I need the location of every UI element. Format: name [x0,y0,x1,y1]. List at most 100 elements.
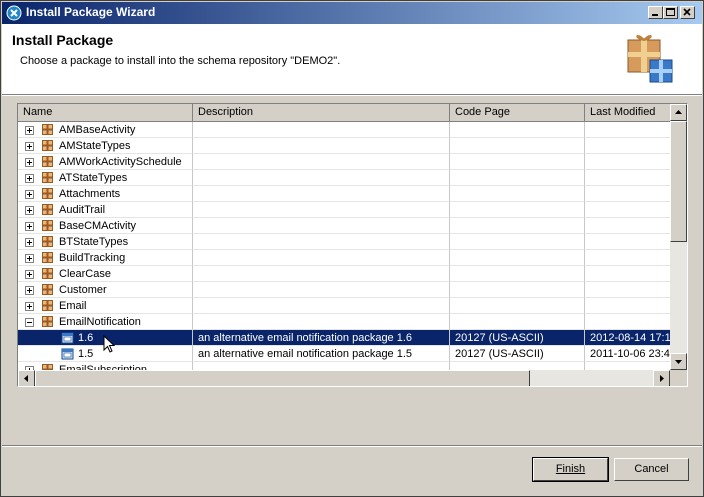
cell-last-modified [585,250,670,266]
package-name: AMStateTypes [59,140,131,152]
table-header: Name Description Code Page Last Modified [18,104,670,122]
package-icon [42,300,53,311]
cell-name: BaseCMActivity [18,218,193,234]
table-row[interactable]: ATStateTypes [18,170,670,186]
table-row[interactable]: BuildTracking [18,250,670,266]
expand-icon[interactable] [25,254,34,263]
package-name: Attachments [59,188,121,200]
mouse-pointer-icon [103,335,116,353]
package-name: BTStateTypes [59,236,129,248]
package-icon [42,316,53,327]
cell-last-modified [585,202,670,218]
cell-name: AMWorkActivitySchedule [18,154,193,170]
package-name: 1.5 [78,348,94,360]
page-title: Install Package [12,32,114,48]
cell-code-page [450,314,585,330]
cell-description [193,234,450,250]
cell-description [193,218,450,234]
cell-name: Attachments [18,186,193,202]
package-name: ClearCase [59,268,111,280]
cell-description [193,138,450,154]
title-bar[interactable]: Install Package Wizard [2,2,702,24]
cell-last-modified [585,122,670,138]
package-icon [42,268,53,279]
package-icon [42,156,53,167]
cell-last-modified [585,138,670,154]
scroll-up-button[interactable] [670,104,687,121]
scroll-left-button[interactable] [18,370,35,386]
column-header-description[interactable]: Description [193,104,450,122]
package-name: Customer [59,284,107,296]
table-row[interactable]: EmailNotification [18,314,670,330]
expand-icon[interactable] [25,142,34,151]
table-row[interactable]: Customer [18,282,670,298]
cell-name: EmailNotification [18,314,193,330]
scroll-down-button[interactable] [670,353,687,370]
package-table[interactable]: Name Description Code Page Last Modified… [17,103,688,387]
column-header-code-page[interactable]: Code Page [450,104,585,122]
scroll-right-button[interactable] [653,370,670,386]
expand-icon[interactable] [25,126,34,135]
wizard-window: Install Package Wizard Install Package C… [0,0,704,497]
expand-icon[interactable] [25,222,34,231]
table-row[interactable]: Email [18,298,670,314]
cell-description [193,122,450,138]
table-row[interactable]: ClearCase [18,266,670,282]
package-icon [42,252,53,263]
maximize-button[interactable] [663,6,678,19]
table-row[interactable]: AMStateTypes [18,138,670,154]
cell-last-modified [585,298,670,314]
table-row[interactable]: BTStateTypes [18,234,670,250]
package-icon [42,188,53,199]
table-row[interactable]: AuditTrail [18,202,670,218]
cell-description [193,298,450,314]
scrollbar-corner [670,370,687,386]
cell-code-page [450,122,585,138]
table-row[interactable]: Attachments [18,186,670,202]
collapse-icon[interactable] [25,318,34,327]
maximize-icon [666,8,675,16]
cell-description [193,314,450,330]
version-icon [61,348,74,360]
header-separator [2,94,702,96]
minimize-button[interactable] [648,6,663,19]
arrow-down-icon [675,360,682,364]
expand-icon[interactable] [25,270,34,279]
table-row[interactable]: BaseCMActivity [18,218,670,234]
cell-name: EmailSubscription [18,362,193,370]
cell-last-modified [585,362,670,370]
cell-description [193,202,450,218]
package-icon [42,204,53,215]
column-header-last-modified[interactable]: Last Modified [585,104,670,122]
cell-description: an alternative email notification packag… [193,346,450,362]
vertical-scrollbar[interactable] [670,104,687,370]
cell-code-page [450,202,585,218]
finish-button[interactable]: Finish [532,457,609,482]
expand-icon[interactable] [25,286,34,295]
column-header-name[interactable]: Name [18,104,193,122]
horizontal-scrollbar[interactable] [18,370,670,386]
horizontal-scroll-thumb[interactable] [35,370,530,386]
cell-name: AuditTrail [18,202,193,218]
expand-icon[interactable] [25,206,34,215]
vertical-scroll-thumb[interactable] [670,121,687,242]
footer-separator [2,445,702,447]
cell-name: AMBaseActivity [18,122,193,138]
cancel-button[interactable]: Cancel [614,458,689,481]
expand-icon[interactable] [25,158,34,167]
expand-icon[interactable] [25,174,34,183]
cell-description [193,186,450,202]
table-row[interactable]: AMWorkActivitySchedule [18,154,670,170]
table-row[interactable]: EmailSubscription [18,362,670,370]
expand-icon[interactable] [25,190,34,199]
cell-code-page [450,362,585,370]
cell-last-modified [585,282,670,298]
table-row[interactable]: AMBaseActivity [18,122,670,138]
cell-last-modified [585,170,670,186]
cell-code-page: 20127 (US-ASCII) [450,346,585,362]
expand-icon[interactable] [25,302,34,311]
cell-name: Customer [18,282,193,298]
close-button[interactable] [680,6,695,19]
cell-code-page [450,250,585,266]
expand-icon[interactable] [25,238,34,247]
